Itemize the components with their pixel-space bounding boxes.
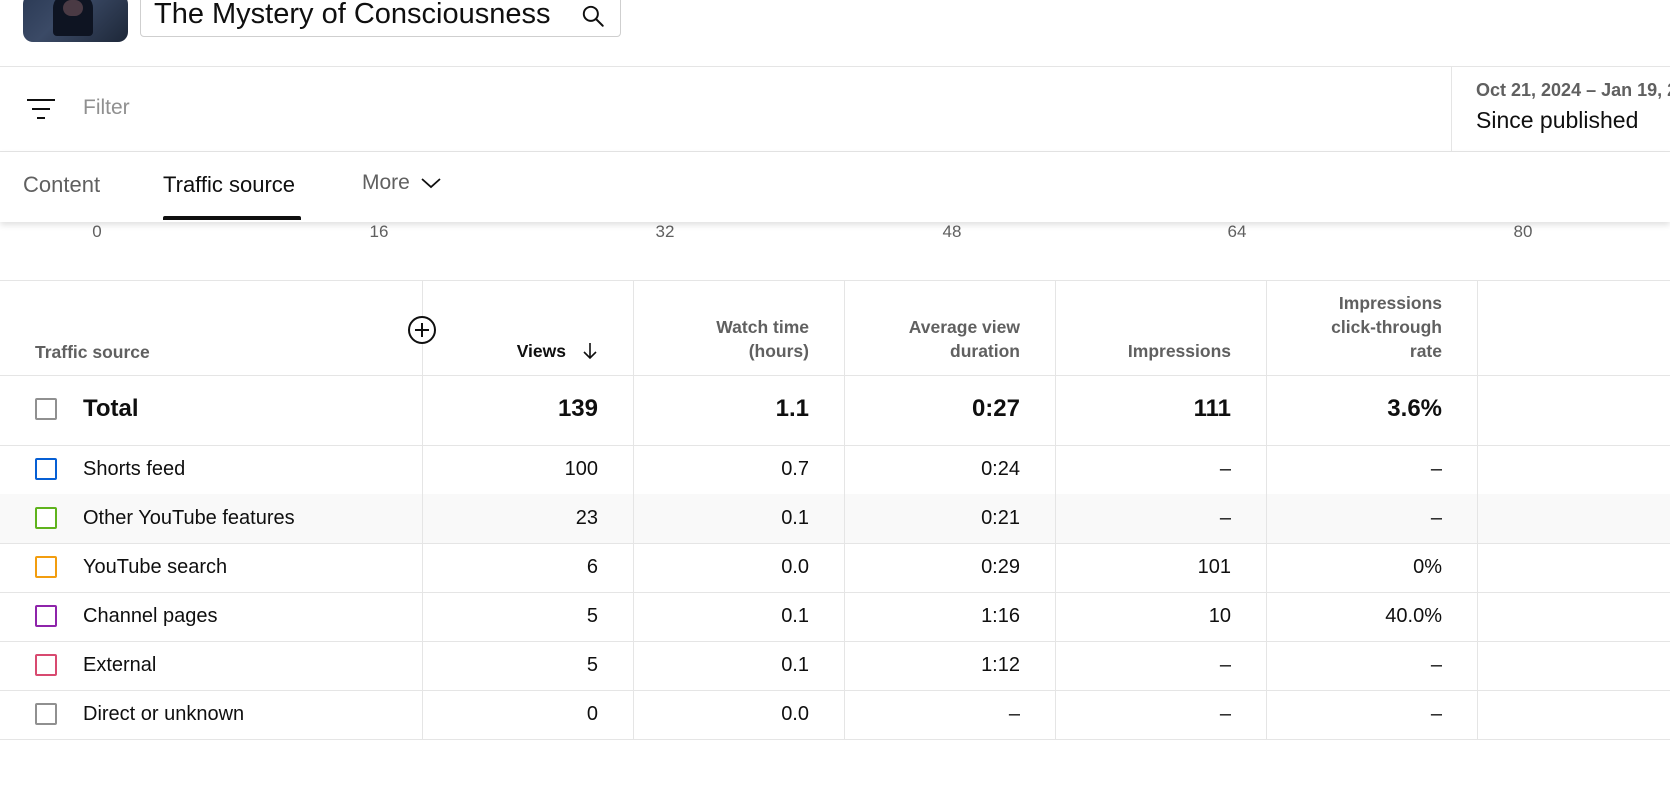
row-watch-time: 0.0 [781, 556, 809, 578]
row-views: 100 [564, 458, 598, 480]
row-label: Total [83, 395, 139, 422]
axis-tick: 80 [1513, 222, 1533, 241]
row-ctr: – [1430, 703, 1442, 725]
row-views: 5 [586, 654, 598, 676]
row-impressions: – [1219, 458, 1231, 480]
add-column-icon[interactable] [407, 315, 437, 345]
row-ctr: 40.0% [1385, 605, 1442, 627]
row-impressions: 10 [1208, 605, 1231, 627]
tab-more-label: More [362, 171, 410, 194]
filter-bar: Filter Oct 21, 2024 – Jan 19, 2 Since pu… [0, 66, 1670, 152]
row-label: Channel pages [83, 605, 218, 627]
video-selector[interactable]: The Mystery of Consciousness [140, 0, 621, 37]
axis-tick: 64 [1227, 222, 1247, 241]
table-row[interactable]: External 5 0.1 1:12 – – [0, 641, 1670, 691]
tab-traffic-source[interactable]: Traffic source [163, 172, 295, 198]
row-checkbox[interactable] [35, 703, 57, 725]
row-average-view-duration: 0:21 [981, 507, 1020, 529]
date-range-label: Since published [1476, 107, 1639, 133]
row-average-view-duration: 0:24 [981, 458, 1020, 480]
row-label: External [83, 654, 157, 676]
table-row[interactable]: Shorts feed 100 0.7 0:24 – – [0, 445, 1670, 495]
row-label: Direct or unknown [83, 703, 245, 725]
row-watch-time: 0.1 [781, 605, 809, 627]
row-ctr: – [1430, 654, 1442, 676]
header-traffic-source[interactable]: Traffic source [35, 342, 150, 363]
table-row[interactable]: Direct or unknown 0 0.0 – – – [0, 690, 1670, 740]
row-impressions: 101 [1197, 556, 1231, 578]
tab-bar: Content Traffic source More [0, 152, 1670, 222]
row-watch-time: 0.7 [781, 458, 809, 480]
row-impressions: – [1219, 507, 1231, 529]
row-views: 23 [575, 507, 598, 529]
row-checkbox[interactable] [35, 458, 57, 480]
row-views: 0 [586, 703, 598, 725]
table-row-total: Total 139 1.1 0:27 111 3.6% [0, 374, 1670, 446]
total-watch-time: 1.1 [775, 395, 809, 422]
table-header-row: Traffic source Views Watch time(hours) [0, 280, 1670, 376]
search-icon[interactable] [580, 3, 606, 29]
total-views: 139 [557, 395, 598, 422]
row-average-view-duration: 0:29 [981, 556, 1020, 578]
axis-tick: 48 [942, 222, 962, 241]
row-average-view-duration: 1:16 [981, 605, 1020, 627]
row-impressions: – [1219, 654, 1231, 676]
active-tab-indicator [163, 216, 301, 220]
date-range-text: Oct 21, 2024 – Jan 19, 2 [1476, 80, 1670, 100]
row-label: Other YouTube features [83, 507, 295, 529]
chart-axis: 0 16 32 48 64 80 [0, 222, 1670, 262]
row-views: 5 [586, 605, 598, 627]
tab-content[interactable]: Content [23, 172, 100, 198]
header: The Mystery of Consciousness [0, 0, 1670, 67]
chevron-down-icon [421, 178, 441, 189]
row-watch-time: 0.0 [781, 703, 809, 725]
header-average-view-duration[interactable]: Average view duration [909, 315, 1020, 363]
total-average-view-duration: 0:27 [971, 395, 1020, 422]
sort-descending-icon [583, 343, 597, 360]
axis-tick: 16 [369, 222, 389, 241]
row-checkbox[interactable] [35, 507, 57, 529]
axis-tick: 0 [92, 222, 102, 241]
row-impressions: – [1219, 703, 1231, 725]
header-views[interactable]: Views [517, 339, 598, 363]
filter-icon[interactable] [26, 96, 56, 122]
row-checkbox[interactable] [35, 605, 57, 627]
header-views-label: Views [516, 341, 566, 361]
row-label: YouTube search [83, 556, 228, 578]
row-checkbox[interactable] [35, 556, 57, 578]
total-ctr: 3.6% [1387, 395, 1442, 422]
total-impressions: 111 [1193, 395, 1231, 422]
row-average-view-duration: 1:12 [981, 654, 1020, 676]
row-label: Shorts feed [83, 458, 186, 480]
row-checkbox[interactable] [35, 654, 57, 676]
table-row[interactable]: YouTube search 6 0.0 0:29 101 0% [0, 543, 1670, 593]
row-views: 6 [586, 556, 598, 578]
table-row[interactable]: Channel pages 5 0.1 1:16 10 40.0% [0, 592, 1670, 642]
row-ctr: – [1430, 458, 1442, 480]
date-range-picker[interactable]: Oct 21, 2024 – Jan 19, 2 Since published [1451, 66, 1670, 151]
total-checkbox[interactable] [35, 398, 57, 420]
header-watch-time[interactable]: Watch time (hours) [716, 315, 809, 363]
row-average-view-duration: – [1008, 703, 1020, 725]
table-row[interactable]: Other YouTube features 23 0.1 0:21 – – [0, 494, 1670, 544]
tab-more[interactable]: More [362, 171, 442, 195]
axis-tick: 32 [655, 222, 675, 241]
filter-input[interactable]: Filter [83, 96, 130, 120]
row-ctr: – [1430, 507, 1442, 529]
video-title: The Mystery of Consciousness [154, 0, 551, 30]
header-impressions-ctr[interactable]: Impressions click-through rate [1331, 291, 1442, 363]
row-watch-time: 0.1 [781, 654, 809, 676]
header-impressions[interactable]: Impressions [1128, 339, 1231, 363]
video-thumbnail[interactable] [23, 0, 128, 42]
row-watch-time: 0.1 [781, 507, 809, 529]
row-ctr: 0% [1413, 556, 1442, 578]
